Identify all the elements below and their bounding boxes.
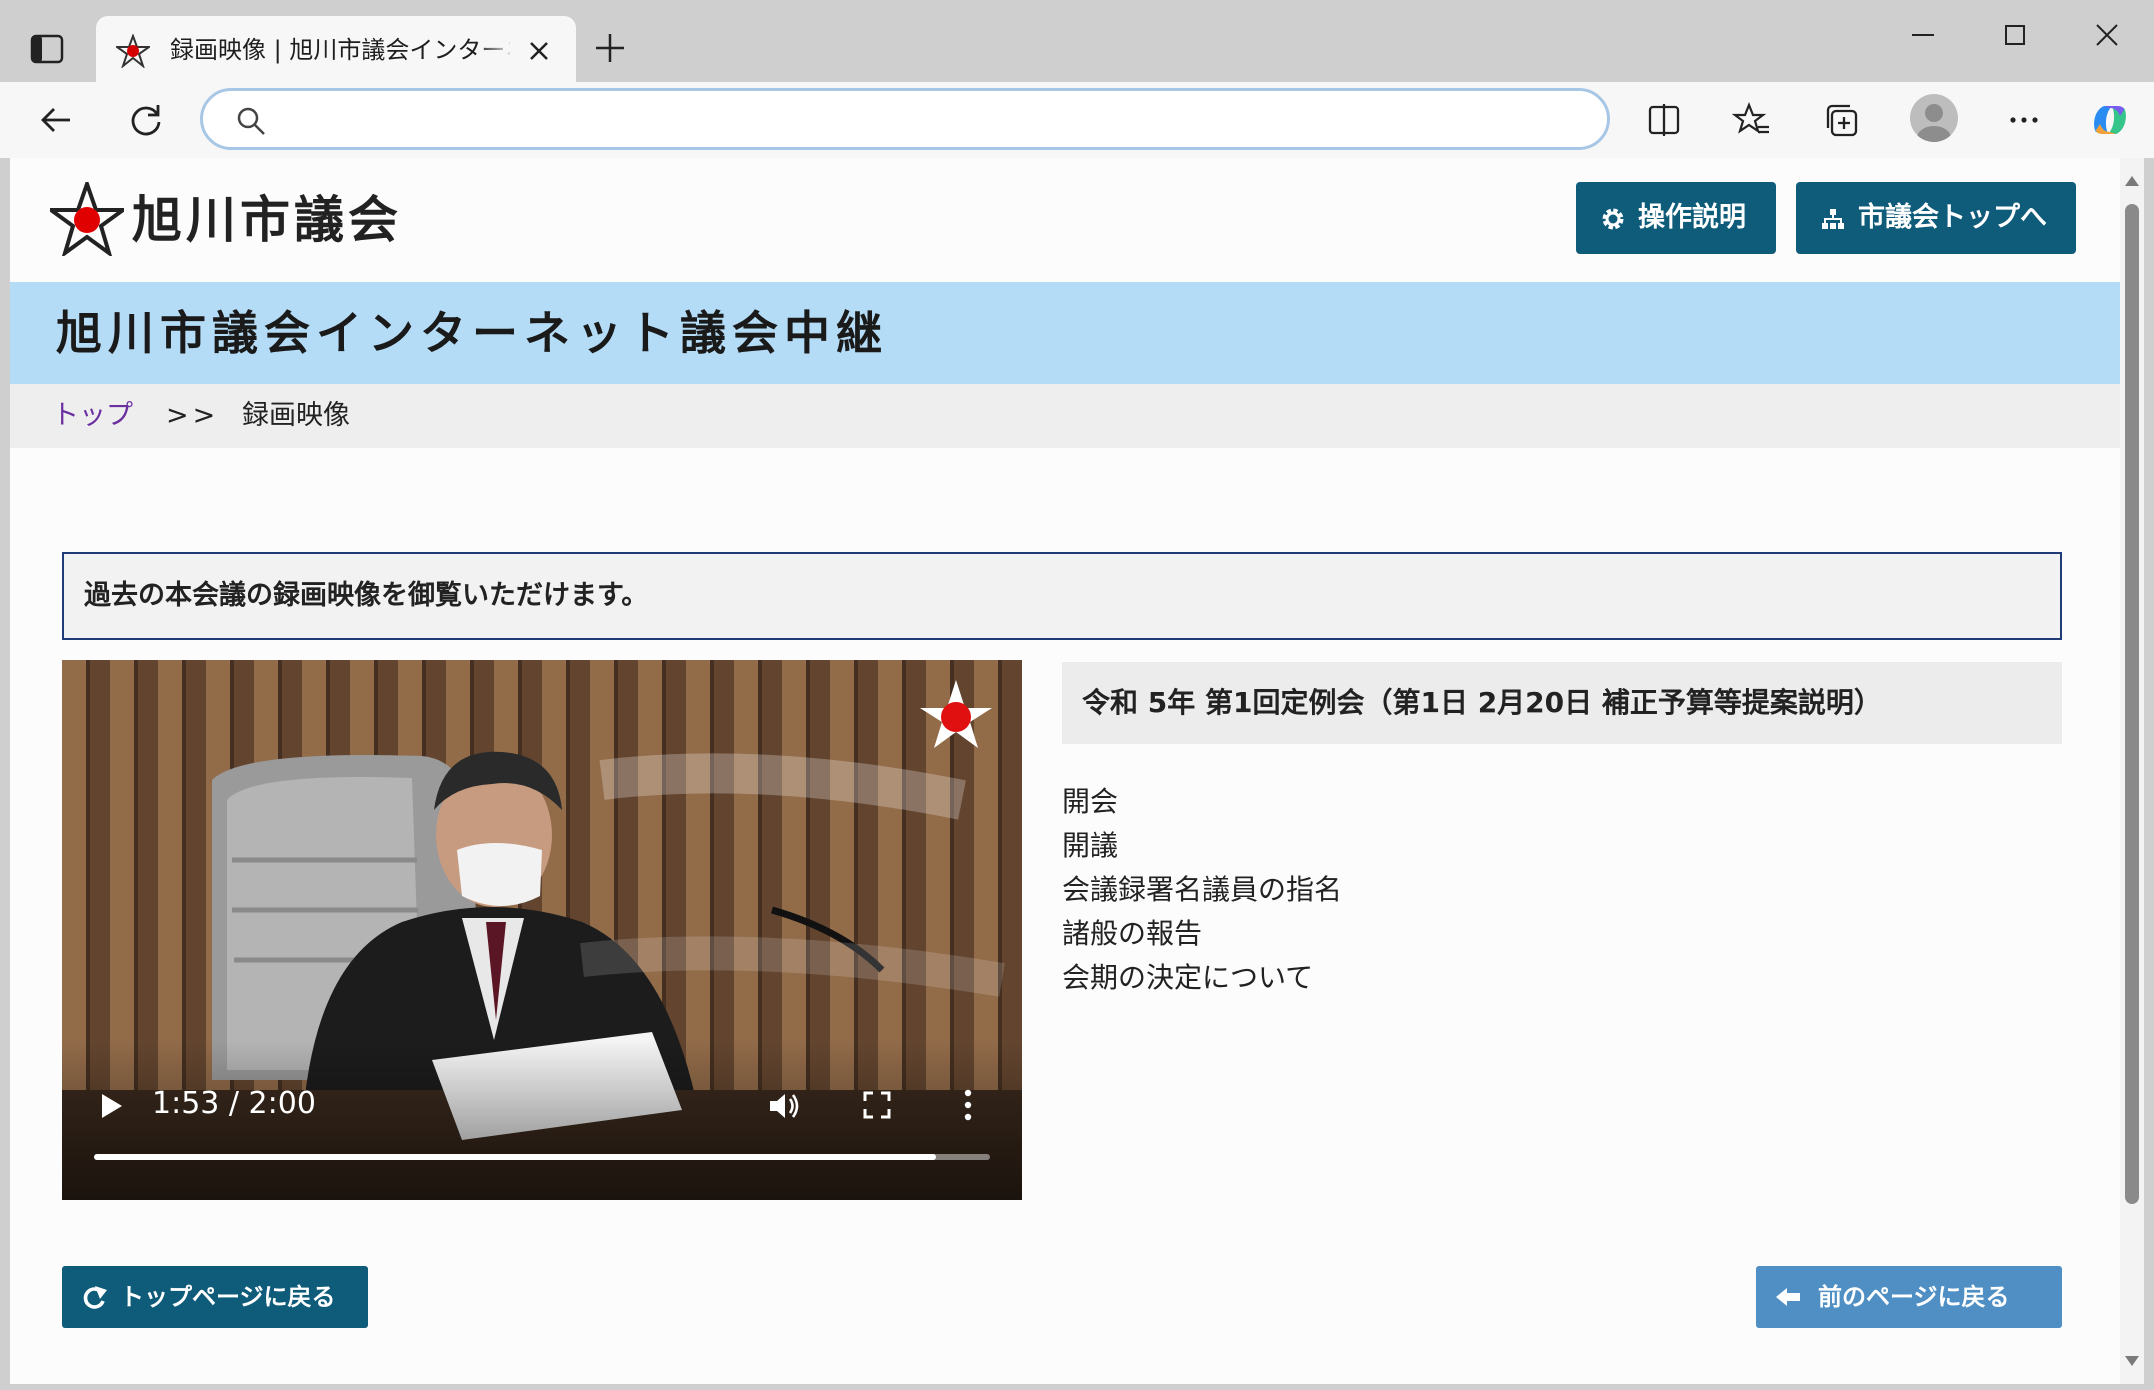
site-logo[interactable]: 旭川市議会	[50, 182, 430, 256]
address-input[interactable]	[273, 99, 1573, 139]
browser-toolbar	[0, 82, 2154, 158]
gear-icon	[1602, 208, 1624, 230]
search-icon	[235, 105, 267, 137]
back-to-top-page-label: トップページに戻る	[120, 1283, 336, 1311]
more-options-icon[interactable]	[2004, 100, 2044, 140]
page-banner: 旭川市議会インターネット議会中継	[10, 282, 2120, 384]
page-scrollbar[interactable]	[2120, 158, 2144, 1384]
profile-avatar-icon[interactable]	[1910, 94, 1958, 142]
split-screen-icon[interactable]	[1644, 100, 1684, 140]
return-arrow-icon	[83, 1286, 107, 1309]
sitemap-icon	[1822, 209, 1844, 229]
volume-icon[interactable]	[766, 1088, 802, 1124]
agenda-item[interactable]: 開会	[1062, 780, 1342, 824]
page-title: 旭川市議会インターネット議会中継	[56, 306, 888, 360]
tab-title: 録画映像 | 旭川市議会インターネット議会中継	[170, 36, 510, 64]
tab-strip: 録画映像 | 旭川市議会インターネット議会中継	[0, 0, 2154, 82]
web-page: 旭川市議会 操作説明 市議会トップへ 旭川市議会インターネット議会中継 トップ …	[10, 158, 2120, 1384]
video-more-options-icon[interactable]	[962, 1088, 974, 1122]
council-top-button-label: 市議会トップへ	[1858, 202, 2047, 233]
agenda-item[interactable]: 会議録署名議員の指名	[1062, 868, 1342, 912]
video-player[interactable]: 1:53 / 2:00	[62, 660, 1022, 1200]
session-title: 令和 5年 第1回定例会（第1日 2月20日 補正予算等提案説明）	[1062, 662, 2062, 744]
previous-page-button[interactable]: 前のページに戻る	[1756, 1266, 2062, 1328]
tab-actions-icon[interactable]	[30, 34, 68, 66]
video-time: 1:53 / 2:00	[152, 1086, 316, 1121]
tab-close-icon[interactable]	[524, 36, 554, 66]
left-arrow-icon	[1776, 1288, 1800, 1306]
scroll-up-arrow-icon[interactable]	[2124, 174, 2140, 188]
agenda-item[interactable]: 開議	[1062, 824, 1342, 868]
breadcrumb: トップ >> 録画映像	[10, 384, 2120, 448]
agenda-item[interactable]: 諸般の報告	[1062, 912, 1342, 956]
copilot-icon[interactable]	[2086, 96, 2134, 144]
help-button-label: 操作説明	[1638, 202, 1746, 233]
breadcrumb-current: 録画映像	[242, 400, 350, 431]
play-icon[interactable]	[100, 1092, 124, 1120]
agenda-item[interactable]: 会期の決定について	[1062, 956, 1342, 1000]
notice-box: 過去の本会議の録画映像を御覧いただけます。	[62, 552, 2062, 640]
minimize-icon[interactable]	[1906, 18, 1940, 52]
fullscreen-icon[interactable]	[862, 1090, 892, 1120]
video-progress-bar[interactable]	[94, 1154, 990, 1160]
address-bar[interactable]	[200, 88, 1610, 150]
breadcrumb-separator: >>	[166, 400, 220, 431]
city-emblem-star-icon	[50, 182, 124, 256]
help-button[interactable]: 操作説明	[1576, 182, 1776, 254]
video-progress-fill	[94, 1154, 937, 1160]
agenda-list: 開会 開議 会議録署名議員の指名 諸般の報告 会期の決定について	[1062, 780, 1342, 1000]
council-top-button[interactable]: 市議会トップへ	[1796, 182, 2076, 254]
breadcrumb-home-link[interactable]: トップ	[52, 384, 133, 448]
new-tab-plus-icon[interactable]	[592, 30, 628, 66]
favorites-star-icon[interactable]	[1732, 100, 1772, 140]
logo-text: 旭川市議会	[132, 191, 402, 249]
refresh-icon[interactable]	[126, 100, 166, 140]
back-to-top-page-button[interactable]: トップページに戻る	[62, 1266, 368, 1328]
window-close-icon[interactable]	[2090, 18, 2124, 52]
site-favicon-star-icon	[116, 34, 150, 68]
back-arrow-icon[interactable]	[36, 100, 76, 140]
browser-tab-active[interactable]: 録画映像 | 旭川市議会インターネット議会中継	[96, 16, 576, 82]
collections-icon[interactable]	[1822, 100, 1862, 140]
previous-page-label: 前のページに戻る	[1818, 1283, 2010, 1311]
scroll-down-arrow-icon[interactable]	[2124, 1354, 2140, 1368]
scrollbar-thumb[interactable]	[2125, 204, 2139, 1204]
maximize-icon[interactable]	[1998, 18, 2032, 52]
